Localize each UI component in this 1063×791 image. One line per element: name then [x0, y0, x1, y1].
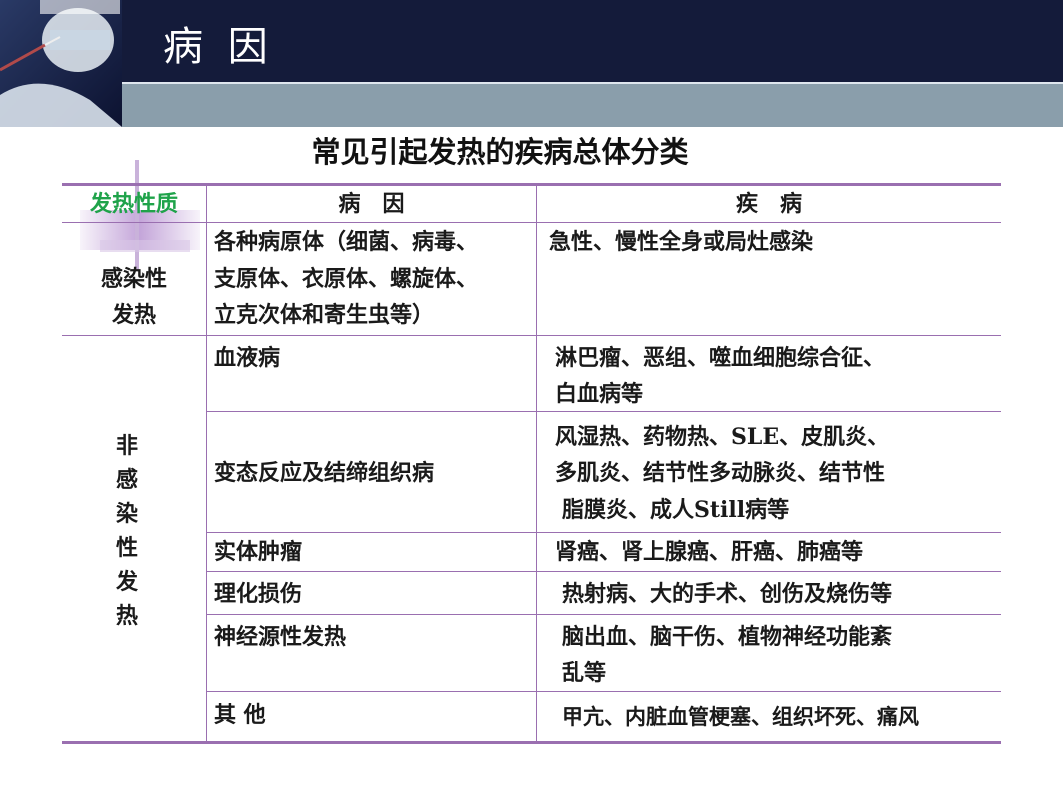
noninfectious-label-char: 性 — [115, 535, 138, 561]
disease-cell-line: 白血病等 — [555, 381, 644, 407]
row-rule — [207, 532, 1001, 533]
cause-cell: 血液病 — [214, 345, 281, 371]
row-rule — [207, 691, 1001, 692]
noninfectious-label-char: 染 — [115, 501, 138, 527]
cause-cell: 其 他 — [214, 702, 266, 728]
infectious-label-line2: 发热 — [111, 302, 156, 328]
cause-cell: 实体肿瘤 — [214, 539, 303, 565]
row-rule — [207, 571, 1001, 572]
disease-cell-line: 脂膜炎、成人Still病等 — [562, 497, 790, 523]
infectious-cause-line: 各种病原体（细菌、病毒、 — [214, 229, 479, 255]
infectious-cause-line: 立克次体和寄生虫等） — [214, 302, 435, 328]
disease-cell-line: 肾癌、肾上腺癌、肝癌、肺癌等 — [555, 539, 864, 565]
header-cause: 病 因 — [338, 191, 405, 217]
noninfectious-label-char: 非 — [115, 433, 138, 459]
table-bottom-rule — [62, 741, 1001, 744]
noninfectious-label-char: 发 — [115, 569, 138, 595]
disease-cell-line: 多肌炎、结节性多动脉炎、结节性 — [555, 460, 886, 486]
infectious-bottom-rule — [62, 335, 1001, 336]
cause-cell: 变态反应及结缔组织病 — [214, 460, 435, 486]
disease-cell-line: 热射病、大的手术、创伤及烧伤等 — [562, 581, 893, 607]
header-bottom-rule — [62, 222, 1001, 223]
noninfectious-label-char: 感 — [115, 467, 138, 493]
infectious-cause-line: 支原体、衣原体、螺旋体、 — [214, 266, 479, 292]
column-divider — [206, 186, 207, 741]
header-nature: 发热性质 — [89, 191, 178, 217]
cause-cell: 理化损伤 — [214, 581, 303, 607]
cause-cell: 神经源性发热 — [214, 624, 347, 650]
row-rule — [207, 614, 1001, 615]
disease-cell-line: 甲亢、内脏血管梗塞、组织坏死、痛风 — [562, 704, 919, 729]
infectious-disease: 急性、慢性全身或局灶感染 — [549, 229, 814, 255]
disease-cell-line: 淋巴瘤、恶组、噬血细胞综合征、 — [555, 345, 886, 371]
disease-cell-line: 乱等 — [562, 660, 607, 686]
infectious-label-line1: 感染性 — [100, 266, 167, 292]
disease-cell-line: 脑出血、脑干伤、植物神经功能紊 — [562, 624, 893, 650]
header-disease: 疾 病 — [735, 191, 802, 217]
disease-cell-line: 风湿热、药物热、SLE、皮肌炎、 — [555, 424, 890, 450]
column-divider — [536, 186, 537, 741]
noninfectious-label-char: 热 — [115, 603, 138, 629]
fever-classification-table: 发热性质 病 因 疾 病 感染性 发热 各种病原体（细菌、病毒、 支原体、衣原体… — [0, 0, 1063, 791]
